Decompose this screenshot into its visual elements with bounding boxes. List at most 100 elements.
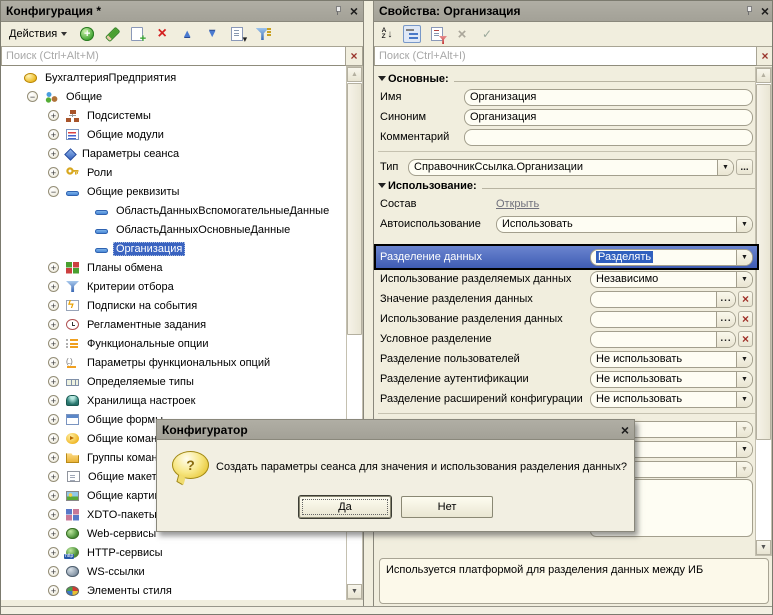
search-input[interactable] (1, 46, 346, 66)
properties-search-input[interactable] (374, 46, 757, 66)
dropdown-arrow-icon[interactable] (736, 272, 752, 287)
expand-toggle-icon[interactable]: − (27, 91, 38, 102)
close-icon[interactable]: × (761, 4, 769, 18)
expand-toggle-icon[interactable]: + (48, 433, 59, 444)
tree-item[interactable]: +Элементы стиля (1, 581, 347, 600)
tree-item[interactable]: +Критерии отбора (1, 277, 347, 296)
scroll-up-icon[interactable]: ▲ (756, 68, 771, 83)
expand-toggle-icon[interactable]: + (48, 566, 59, 577)
move-down-icon[interactable] (203, 25, 221, 43)
dropdown-arrow-icon[interactable] (736, 217, 752, 232)
expand-toggle-icon[interactable]: + (48, 110, 59, 121)
property-field[interactable]: Не использовать (590, 391, 753, 408)
dropdown-arrow-icon[interactable] (736, 250, 752, 265)
categories-icon[interactable] (403, 25, 421, 43)
expand-toggle-icon[interactable]: + (48, 262, 59, 273)
tree-item[interactable]: +Параметры функциональных опций (1, 353, 347, 372)
tree-item[interactable]: +Хранилища настроек (1, 391, 347, 410)
expand-toggle-icon[interactable]: + (48, 414, 59, 425)
expand-toggle-icon[interactable]: + (48, 528, 59, 539)
scroll-down-icon[interactable]: ▼ (756, 540, 771, 555)
expand-toggle-icon[interactable]: − (48, 186, 59, 197)
clear-search-icon[interactable]: × (757, 46, 773, 66)
filter-edit-icon[interactable] (253, 25, 271, 43)
expand-toggle-icon[interactable]: + (48, 376, 59, 387)
scrollbar-thumb[interactable] (756, 84, 771, 440)
section-header[interactable]: Использование: (376, 177, 757, 194)
dropdown-arrow-icon[interactable] (736, 372, 752, 387)
yes-button[interactable]: Да (299, 496, 391, 518)
tree-item[interactable]: +Функциональные опции (1, 334, 347, 353)
pin-icon[interactable] (745, 6, 752, 16)
property-field[interactable]: Организация (464, 89, 753, 106)
expand-toggle-icon[interactable]: + (48, 547, 59, 558)
clear-value-icon[interactable] (738, 331, 753, 347)
copy-add-icon[interactable] (128, 25, 146, 43)
expand-toggle-icon[interactable]: + (48, 281, 59, 292)
sort-list-icon[interactable] (228, 25, 246, 43)
ellipsis-button[interactable] (716, 312, 735, 327)
no-button[interactable]: Нет (401, 496, 493, 518)
close-icon[interactable]: × (350, 4, 358, 18)
tree-item[interactable]: +БухгалтерияПредприятия (1, 68, 347, 87)
expand-toggle-icon[interactable]: + (48, 490, 59, 501)
property-field[interactable]: СправочникСсылка.Организации (408, 159, 734, 176)
pin-icon[interactable] (334, 6, 341, 16)
property-field[interactable] (590, 291, 736, 308)
ellipsis-button[interactable] (716, 292, 735, 307)
expand-toggle-icon[interactable]: + (48, 357, 59, 368)
tree-item[interactable]: +Общие модули (1, 125, 347, 144)
open-link[interactable]: Открыть (496, 198, 539, 210)
tree-item[interactable]: +Подписки на события (1, 296, 347, 315)
tree-item[interactable]: +ОбластьДанныхВспомогательныеДанные (1, 201, 347, 220)
property-field[interactable]: Организация (464, 109, 753, 126)
property-field[interactable]: Независимо (590, 271, 753, 288)
dropdown-arrow-icon[interactable] (736, 442, 752, 457)
delete-icon[interactable] (153, 25, 171, 43)
expand-toggle-icon[interactable]: + (48, 319, 59, 330)
clear-value-icon[interactable] (738, 291, 753, 307)
tree-item[interactable]: +WS-ссылки (1, 562, 347, 581)
scroll-up-icon[interactable]: ▲ (347, 67, 362, 82)
tree-item[interactable]: +HTTP-сервисы (1, 543, 347, 562)
tree-item[interactable]: +Параметры сеанса (1, 144, 347, 163)
property-field[interactable] (590, 331, 736, 348)
tree-item[interactable]: −Общие (1, 87, 347, 106)
property-field[interactable]: Не использовать (590, 351, 753, 368)
property-field[interactable]: Не использовать (590, 371, 753, 388)
props-filter-icon[interactable] (428, 25, 446, 43)
tree-item[interactable]: +Планы обмена (1, 258, 347, 277)
tree-item[interactable]: +Организация (1, 239, 347, 258)
tree-item[interactable]: +Регламентные задания (1, 315, 347, 334)
tree-item[interactable]: +Подсистемы (1, 106, 347, 125)
dropdown-arrow-icon[interactable] (736, 392, 752, 407)
scrollbar-thumb[interactable] (347, 83, 362, 335)
expand-toggle-icon[interactable]: + (48, 585, 59, 596)
expand-toggle-icon[interactable]: + (48, 338, 59, 349)
ellipsis-button[interactable] (736, 159, 753, 175)
clear-search-icon[interactable]: × (346, 46, 363, 66)
tree-item[interactable]: +ОбластьДанныхОсновныеДанные (1, 220, 347, 239)
sort-az-icon[interactable] (378, 25, 396, 43)
expand-toggle-icon[interactable]: + (48, 300, 59, 311)
scroll-down-icon[interactable]: ▼ (347, 584, 362, 599)
expand-toggle-icon[interactable]: + (48, 395, 59, 406)
expand-toggle-icon[interactable]: + (48, 509, 59, 520)
add-icon[interactable] (78, 25, 96, 43)
property-field[interactable]: Использовать (496, 216, 753, 233)
dropdown-arrow-icon[interactable] (736, 352, 752, 367)
tree-item[interactable]: −Общие реквизиты (1, 182, 347, 201)
expand-toggle-icon[interactable]: + (48, 148, 59, 159)
property-field[interactable]: Разделять (590, 249, 753, 266)
expand-toggle-icon[interactable]: + (48, 129, 59, 140)
actions-menu-button[interactable]: Действия (5, 26, 71, 42)
tree-item[interactable]: +Определяемые типы (1, 372, 347, 391)
section-header[interactable]: Основные: (376, 70, 757, 87)
expand-toggle-icon[interactable]: + (48, 452, 59, 463)
edit-icon[interactable] (103, 25, 121, 43)
tree-item[interactable]: +Роли (1, 163, 347, 182)
property-field[interactable] (590, 311, 736, 328)
expand-toggle-icon[interactable]: + (48, 471, 59, 482)
property-field[interactable] (464, 129, 753, 146)
move-up-icon[interactable] (178, 25, 196, 43)
